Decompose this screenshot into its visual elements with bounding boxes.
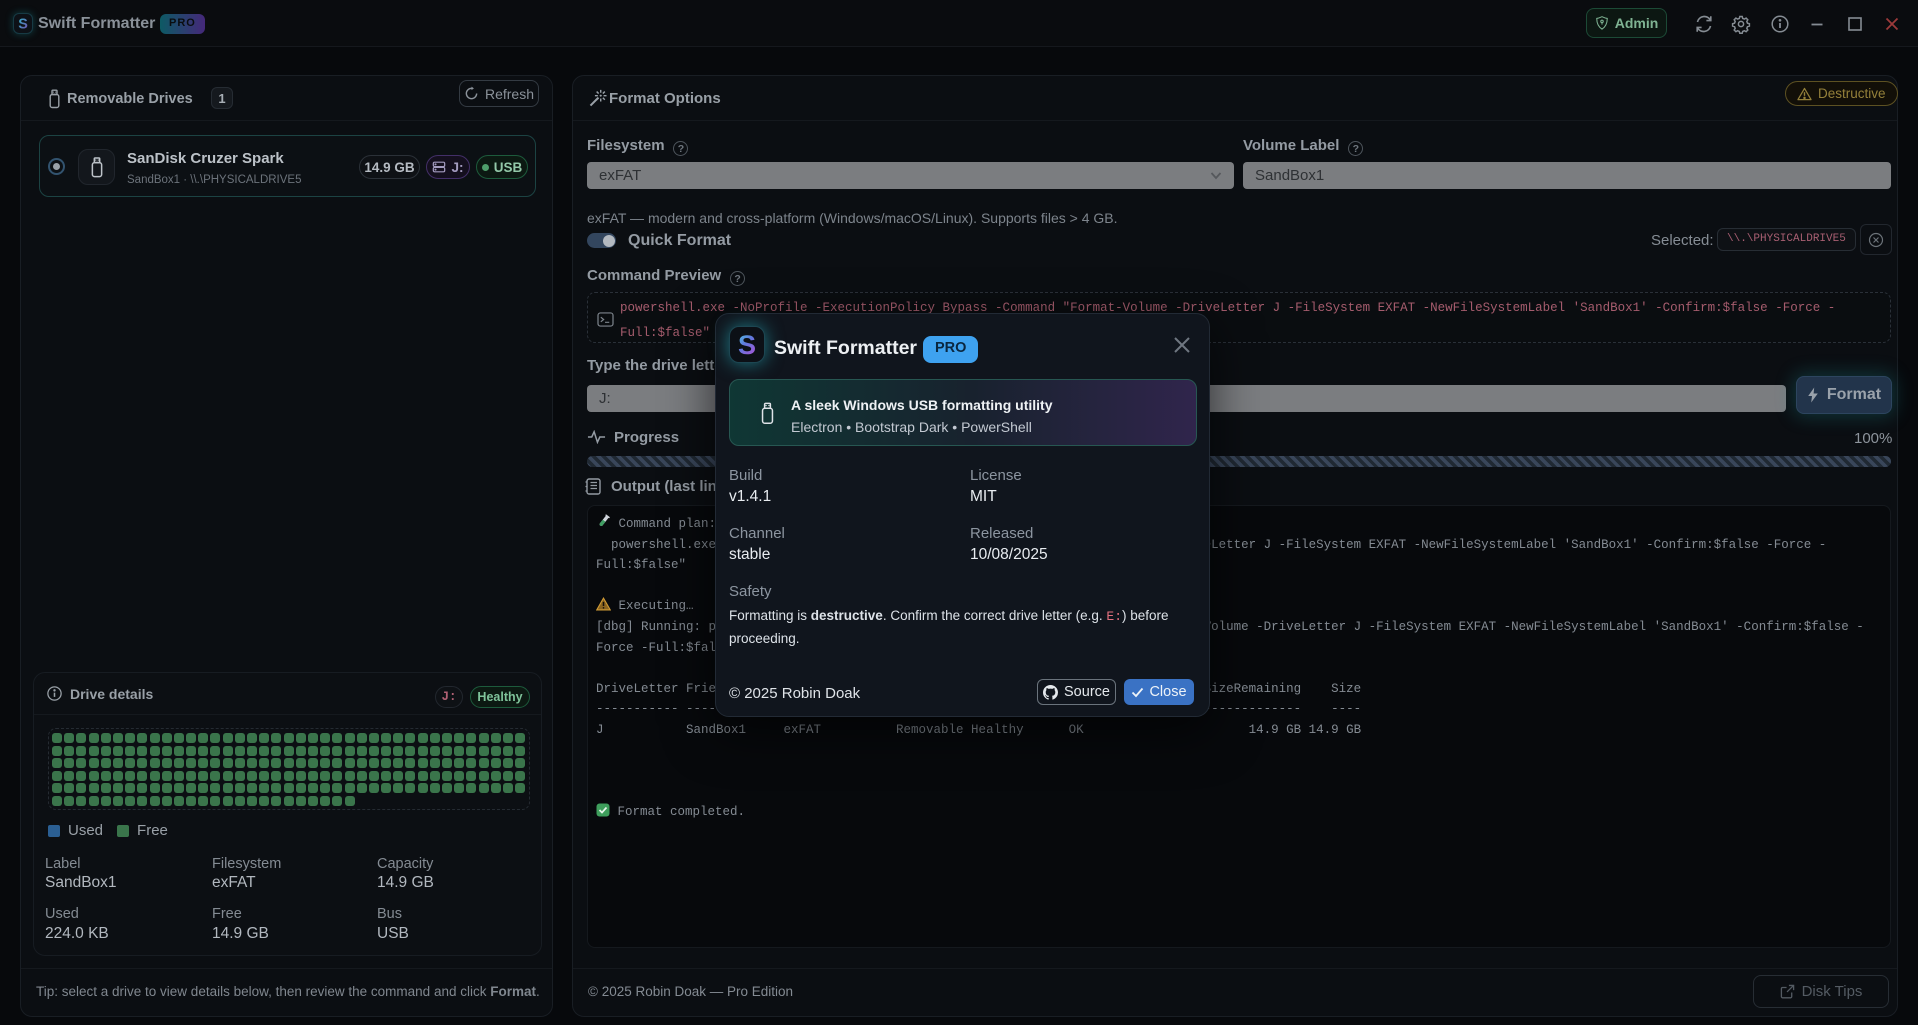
svg-text:S: S [738, 330, 756, 360]
svg-text:S: S [18, 16, 28, 32]
